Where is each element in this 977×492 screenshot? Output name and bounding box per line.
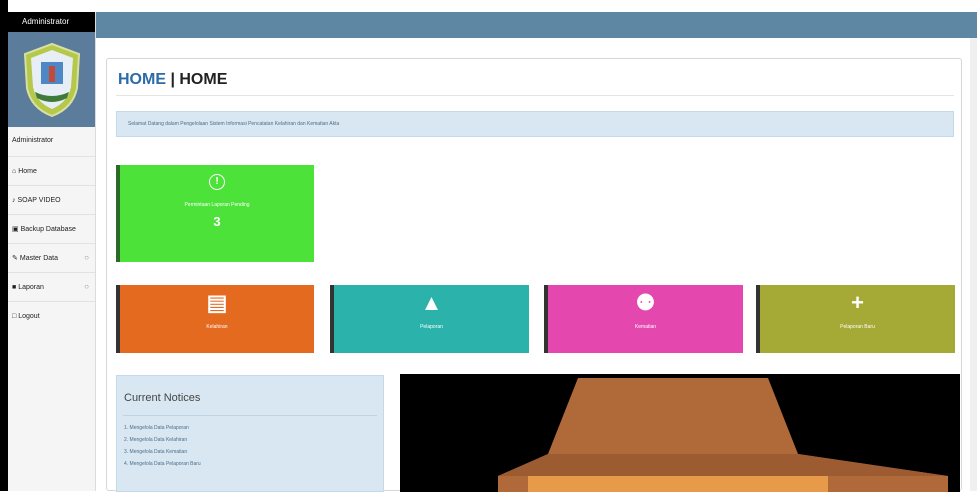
tile-label: Kematian	[634, 324, 657, 330]
edit-icon: ✎	[12, 255, 18, 262]
sidebar-item-master-data[interactable]: ✎ Master Data ○	[8, 244, 95, 273]
book-icon: ▤	[206, 290, 228, 315]
sidebar-item-label: SOAP VIDEO	[17, 196, 61, 204]
window-top-margin	[0, 0, 977, 12]
logout-icon: □	[12, 313, 17, 320]
notice-item[interactable]: 3. Mengelola Data Kematian	[117, 446, 383, 458]
pending-requests-label: Permintaan Laporan Pending	[184, 202, 250, 208]
page-title: HOME | HOME	[118, 71, 227, 89]
sidebar-item-label: Backup Database	[20, 225, 76, 233]
kematian-tile[interactable]: ⚉ Kematian	[544, 285, 743, 353]
info-icon: !	[209, 174, 225, 190]
title-divider	[116, 95, 954, 96]
plus-icon: +	[851, 290, 864, 315]
current-notices-panel: Current Notices 1. Mengelola Data Pelapo…	[116, 375, 384, 492]
pending-requests-tile[interactable]: ! Permintaan Laporan Pending 3	[116, 165, 314, 262]
notices-heading: Current Notices	[123, 376, 377, 416]
notice-item[interactable]: 2. Mengelola Data Kelahiran	[117, 434, 383, 446]
notice-item[interactable]: 4. Mengelola Data Pelaporan Baru	[117, 458, 383, 470]
sidebar-item-label: Home	[18, 167, 37, 175]
pending-requests-count: 3	[213, 214, 221, 229]
file-icon: ■	[12, 283, 17, 291]
tile-label: Pelaporan Baru	[840, 324, 875, 330]
notice-item[interactable]: 1. Mengelola Data Pelaporan	[117, 422, 383, 434]
tile-label: Kelahiran	[206, 324, 228, 330]
page-title-secondary: HOME	[179, 71, 228, 88]
sidebar-item-label: Laporan	[18, 283, 44, 291]
expand-icon: ○	[84, 253, 89, 262]
emblem-logo-icon	[23, 42, 80, 117]
sidebar-item-logout[interactable]: □ Logout	[8, 302, 95, 331]
sidebar-item-home[interactable]: ⌂ Home	[8, 157, 95, 186]
sidebar-item-label: Logout	[18, 313, 40, 320]
tile-label: Pelaporan	[420, 324, 443, 330]
window-left-edge	[0, 0, 8, 491]
home-icon: ⌂	[12, 167, 17, 175]
page-title-separator: |	[166, 71, 180, 88]
image-icon: ▣	[12, 226, 19, 233]
sidebar-item-backup-database[interactable]: ▣ Backup Database	[8, 215, 95, 244]
app-window: Administrator Administrator ⌂ Home ♪ SOA…	[0, 0, 977, 492]
sidebar-item-soap-video[interactable]: ♪ SOAP VIDEO	[8, 186, 95, 215]
sidebar-item-laporan[interactable]: ■ Laporan ○	[8, 273, 95, 302]
pelaporan-baru-tile[interactable]: + Pelaporan Baru	[756, 285, 955, 353]
user-icon: ▲	[420, 290, 443, 315]
pelaporan-tile[interactable]: ▲ Pelaporan	[330, 285, 529, 353]
sidebar-item-label: Master Data	[19, 254, 58, 262]
app-logo	[8, 32, 95, 127]
sound-icon: ♪	[12, 196, 16, 204]
house-illustration	[400, 374, 960, 492]
welcome-alert: Selamat Datang dalam Pengelolaan Sistem …	[116, 111, 954, 137]
traditional-house-image	[400, 374, 960, 492]
page-title-primary: HOME	[118, 71, 166, 88]
vertical-scrollbar[interactable]	[970, 38, 977, 491]
main-panel: HOME | HOME Selamat Datang dalam Pengelo…	[106, 58, 962, 492]
kelahiran-tile[interactable]: ▤ Kelahiran	[116, 285, 314, 353]
expand-icon: ○	[84, 282, 89, 291]
baby-carriage-icon: ⚉	[635, 290, 656, 315]
sidebar: Administrator Administrator ⌂ Home ♪ SOA…	[8, 12, 96, 491]
sidebar-user-label: Administrator	[8, 127, 95, 157]
sidebar-header: Administrator	[8, 12, 95, 32]
top-navbar	[96, 12, 977, 38]
